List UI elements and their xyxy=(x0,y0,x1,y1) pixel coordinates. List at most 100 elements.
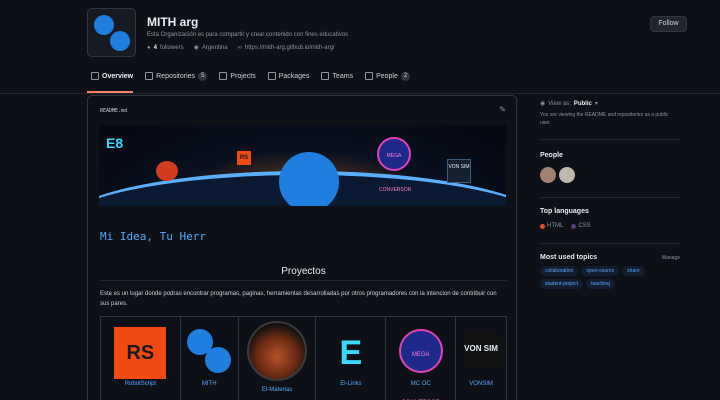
book-icon xyxy=(91,72,99,80)
avatar[interactable] xyxy=(540,167,556,183)
people-heading: People xyxy=(540,152,563,159)
project-mc-oc[interactable]: MEGA CONVERSOR 88 MC OC xyxy=(386,317,457,400)
tab-teams[interactable]: Teams xyxy=(317,67,361,85)
mith-logo xyxy=(183,327,235,379)
tab-overview-label: Overview xyxy=(102,72,134,80)
terminal-circle-icon xyxy=(205,347,232,373)
project-label[interactable]: VONSIM xyxy=(456,381,506,387)
org-nav: Overview Repositories 5 Projects Package… xyxy=(87,67,418,93)
tab-people[interactable]: People 2 xyxy=(361,67,418,85)
banner-mega-logo: MEGA CONVERSOR xyxy=(377,137,411,193)
view-note: You are viewing the README and repositor… xyxy=(540,112,669,126)
org-name: MITH arg xyxy=(147,15,199,29)
mate-logo xyxy=(247,321,308,381)
tab-projects[interactable]: Projects xyxy=(215,67,263,85)
org-avatar[interactable] xyxy=(87,8,136,57)
location-text: Argentina xyxy=(201,44,228,51)
website-link[interactable]: ∞ https://mith-arg.github.io/mith-arg/ xyxy=(238,45,335,51)
project-vonsim[interactable]: VON SIM VONSIM xyxy=(456,317,507,400)
banner-mith-logo xyxy=(279,152,339,206)
view-as[interactable]: ◉ View as: Public ▾ xyxy=(540,100,680,108)
languages-heading: Top languages xyxy=(540,208,589,215)
tab-packages[interactable]: Packages xyxy=(264,67,318,85)
org-header: MITH arg Esta Organización es para compa… xyxy=(0,0,720,94)
link-icon: ∞ xyxy=(237,44,242,51)
website-text: https://mith-arg.github.io/mith-arg/ xyxy=(244,44,335,51)
topics-header: Most used topics Manage xyxy=(540,254,680,261)
el-links-logo: E xyxy=(339,334,363,372)
topics-list: collaboration open-source share student-… xyxy=(540,266,670,289)
view-as-label: View as: xyxy=(548,100,571,107)
projects-heading: Proyectos xyxy=(281,266,326,277)
avatar[interactable] xyxy=(559,167,575,183)
vonsim-logo: VON SIM xyxy=(462,331,501,369)
language-label: CSS xyxy=(578,223,591,229)
followers-link[interactable]: ● 4 followers xyxy=(147,45,184,51)
banner-e8-logo: E8 xyxy=(106,135,124,151)
project-mith[interactable]: MITH xyxy=(181,317,239,400)
divider xyxy=(540,243,680,244)
chevron-down-icon: ▾ xyxy=(594,101,598,107)
tab-teams-label: Teams xyxy=(332,72,354,80)
divider xyxy=(540,197,680,198)
followers-label: followers xyxy=(159,44,184,51)
manage-topics-link[interactable]: Manage xyxy=(662,255,680,261)
terminal-logo-icon xyxy=(110,31,130,51)
topic-tag[interactable]: collaboration xyxy=(540,266,579,276)
topic-tag[interactable]: student-project xyxy=(540,279,584,289)
project-label[interactable]: RobotScript xyxy=(101,381,180,387)
mith-logo-icon xyxy=(94,15,114,35)
topic-tag[interactable]: share xyxy=(622,266,645,276)
banner-vonsim-logo: VON SIM xyxy=(447,159,471,183)
project-el-materias[interactable]: El-Materias xyxy=(239,317,317,400)
followers-count: 4 xyxy=(153,44,157,51)
tab-projects-label: Projects xyxy=(230,72,256,80)
readme-motto: Mi Idea, Tu Herr xyxy=(100,230,206,243)
project-label[interactable]: MC OC xyxy=(386,381,455,387)
location: ◉ Argentina xyxy=(194,44,228,52)
divider xyxy=(540,139,680,140)
project-el-links[interactable]: E El-Links xyxy=(316,317,387,400)
people-icon xyxy=(321,72,330,80)
person-icon xyxy=(365,72,374,80)
html-dot-icon xyxy=(540,223,545,229)
divider xyxy=(100,280,507,281)
topics-heading: Most used topics xyxy=(540,254,598,261)
projects-table: RS RobotScript MITH El-Materias E El-Lin… xyxy=(100,316,507,400)
tab-repositories-label: Repositories xyxy=(156,72,196,80)
topic-tag[interactable]: teaching xyxy=(586,279,615,289)
sidebar: ◉ View as: Public ▾ You are viewing the … xyxy=(540,100,680,289)
follow-button[interactable]: Follow xyxy=(650,16,687,32)
people-icon: ● xyxy=(147,44,151,51)
tab-people-label: People xyxy=(376,72,398,80)
css-dot-icon xyxy=(571,223,577,229)
project-label[interactable]: El-Links xyxy=(316,381,385,387)
project-label[interactable]: MITH xyxy=(181,381,238,387)
table-icon xyxy=(219,72,228,80)
repositories-count: 5 xyxy=(198,71,208,81)
tab-packages-label: Packages xyxy=(278,72,310,80)
readme-panel: README.md ✎ E8 RS MEGA CONVERSOR VON SIM… xyxy=(87,95,517,400)
language-html[interactable]: HTML xyxy=(540,223,563,229)
project-robotscript[interactable]: RS RobotScript xyxy=(101,317,181,400)
mega-conversor-logo: MEGA CONVERSOR 88 xyxy=(398,329,443,373)
org-meta: ● 4 followers ◉ Argentina ∞ https://mith… xyxy=(147,44,335,52)
language-css[interactable]: CSS xyxy=(571,223,591,229)
tab-repositories[interactable]: Repositories 5 xyxy=(141,67,215,85)
view-as-value: Public xyxy=(573,100,592,107)
projects-description: Este es un lugar donde podras encontrar … xyxy=(100,291,497,307)
topic-tag[interactable]: open-source xyxy=(581,266,620,276)
pencil-icon[interactable]: ✎ xyxy=(499,105,506,114)
tab-overview[interactable]: Overview xyxy=(87,67,141,93)
org-description: Esta Organización es para compartir y cr… xyxy=(147,32,349,38)
repo-icon xyxy=(145,72,154,80)
banner-mate-robot-icon xyxy=(156,161,178,181)
project-label[interactable]: El-Materias xyxy=(239,387,316,393)
banner-rs-logo: RS xyxy=(237,151,251,165)
people-avatars xyxy=(540,167,680,183)
robotscript-logo: RS xyxy=(114,327,167,379)
readme-banner: E8 RS MEGA CONVERSOR VON SIM xyxy=(99,125,506,206)
readme-filename: README.md xyxy=(100,108,128,114)
languages-list: HTML CSS xyxy=(540,223,680,229)
language-label: HTML xyxy=(547,223,564,229)
